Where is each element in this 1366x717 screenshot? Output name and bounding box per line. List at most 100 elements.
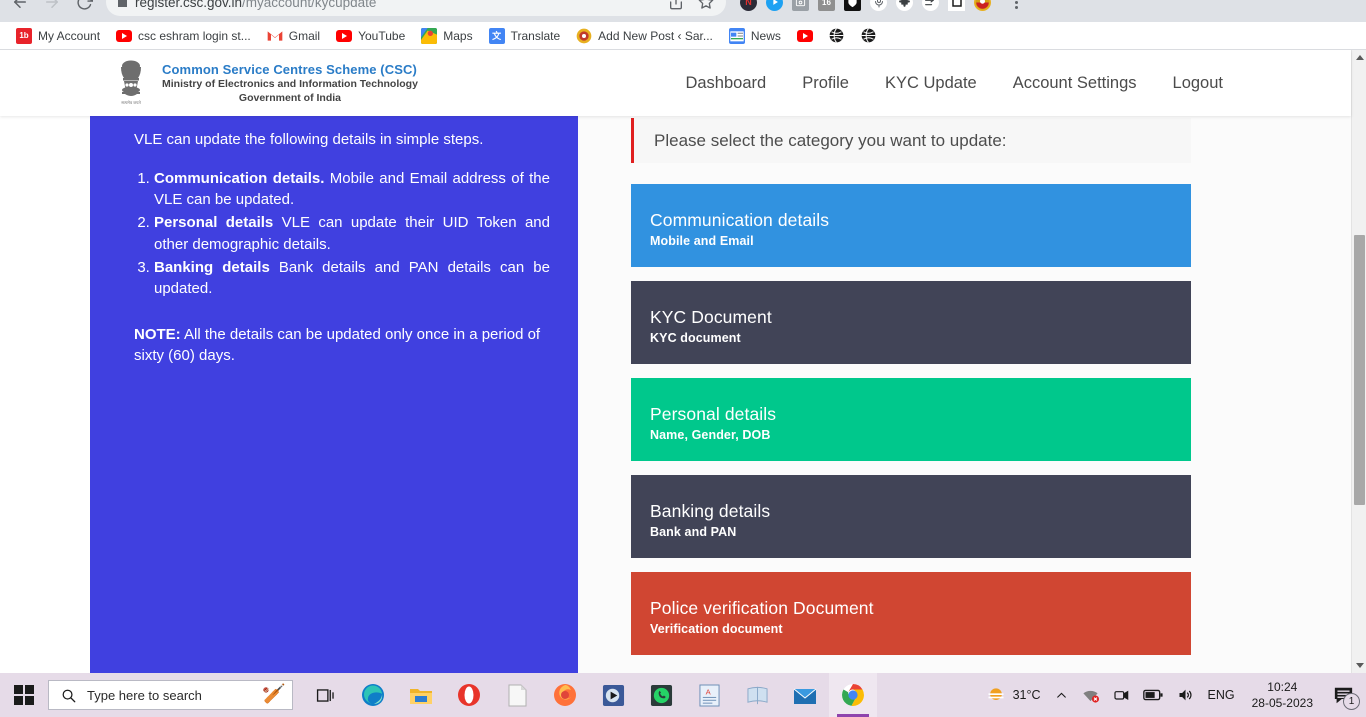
bookmark-label: Maps [443, 28, 473, 43]
reload-icon[interactable] [70, 0, 98, 16]
nav-dashboard[interactable]: Dashboard [685, 74, 766, 93]
microphone-extension-icon[interactable] [870, 0, 887, 11]
language-indicator[interactable]: ENG [1201, 673, 1242, 717]
clock-time: 10:24 [1267, 679, 1298, 694]
card-banking-details[interactable]: Banking details Bank and PAN [631, 475, 1191, 558]
card-police-verification-document[interactable]: Police verification Document Verificatio… [631, 572, 1191, 655]
grammar-extension-icon[interactable]: 16 [818, 0, 835, 11]
info-steps-list: Communication details. Mobile and Email … [154, 168, 550, 300]
bookmark-globe-2[interactable] [853, 26, 885, 46]
site-logo[interactable]: सत्यमेव जयते Common Service Centres Sche… [110, 59, 418, 107]
google-translate-favicon: 文 [488, 27, 505, 44]
show-hidden-icons-chevron[interactable] [1048, 673, 1075, 717]
chrome-taskbar-icon[interactable] [829, 673, 877, 717]
scrollbar-thumb[interactable] [1354, 235, 1365, 505]
svg-text:A: A [705, 687, 711, 696]
tab-extension-icon[interactable] [948, 0, 965, 11]
adblock-shield-icon[interactable] [844, 0, 861, 11]
nav-logout[interactable]: Logout [1173, 74, 1223, 93]
scroll-up-arrow-icon[interactable] [1352, 50, 1366, 65]
network-disconnected-icon[interactable] [1075, 673, 1106, 717]
notification-chat-icon[interactable]: 1 [1323, 673, 1364, 717]
card-subtitle: Name, Gender, DOB [650, 428, 771, 443]
bookmark-globe-1[interactable] [821, 26, 853, 46]
firefox-taskbar-icon[interactable] [541, 673, 589, 717]
card-subtitle: Verification document [650, 622, 783, 637]
dictionary-taskbar-icon[interactable]: A [685, 673, 733, 717]
kebab-menu-icon[interactable] [1006, 0, 1026, 9]
info-step-label: Communication details. [154, 169, 325, 187]
bookmark-label: My Account [38, 28, 101, 43]
card-personal-details[interactable]: Personal details Name, Gender, DOB [631, 378, 1191, 461]
bookmark-youtube[interactable]: YouTube [328, 26, 413, 46]
address-bar[interactable]: register.csc.gov.in/myaccount/kycupdate [106, 0, 726, 16]
profile-avatar-icon[interactable] [974, 0, 991, 11]
nav-account-settings[interactable]: Account Settings [1013, 74, 1137, 93]
info-step-label: Banking details [154, 258, 270, 276]
share-icon[interactable] [668, 0, 684, 10]
kyc-update-page: सत्यमेव जयते Common Service Centres Sche… [0, 50, 1351, 673]
info-step-communication: Communication details. Mobile and Email … [154, 168, 550, 211]
norton-extension-icon[interactable]: N [740, 0, 757, 11]
document-taskbar-icon[interactable] [493, 673, 541, 717]
edge-taskbar-icon[interactable] [349, 673, 397, 717]
bookmark-csc-eshram[interactable]: csc eshram login st... [108, 26, 259, 46]
volume-icon[interactable] [1170, 673, 1201, 717]
card-subtitle: Mobile and Email [650, 234, 754, 249]
nav-profile[interactable]: Profile [802, 74, 849, 93]
nav-kyc-update[interactable]: KYC Update [885, 74, 977, 93]
gmail-favicon [266, 27, 283, 44]
info-step-banking: Banking details Bank details and PAN det… [154, 257, 550, 300]
brand-ministry: Ministry of Electronics and Information … [162, 77, 418, 90]
clock[interactable]: 10:24 28-05-2023 [1242, 673, 1323, 717]
notification-count-badge: 1 [1343, 693, 1360, 710]
card-title: Banking details [650, 501, 771, 521]
weather-widget[interactable]: 31°C [979, 673, 1048, 717]
bookmark-label: Translate [510, 28, 561, 43]
update-panel: Please select the category you want to u… [578, 116, 1351, 673]
scroll-down-arrow-icon[interactable] [1352, 658, 1366, 673]
category-prompt-text: Please select the category you want to u… [654, 130, 1007, 150]
sync-extension-icon[interactable] [922, 0, 939, 11]
bookmark-my-account[interactable]: 1b My Account [8, 26, 108, 46]
bookmark-maps[interactable]: Maps [413, 26, 480, 46]
clock-date: 28-05-2023 [1251, 696, 1313, 710]
windows-taskbar: Type here to search 🏏 A 31°C ENG 10:24 2… [0, 673, 1366, 717]
battery-icon[interactable] [1136, 673, 1170, 717]
bookmark-add-new-post[interactable]: Add New Post ‹ Sar... [568, 26, 721, 46]
bookmark-label: YouTube [358, 28, 406, 43]
card-communication-details[interactable]: Communication details Mobile and Email [631, 184, 1191, 267]
file-explorer-taskbar-icon[interactable] [397, 673, 445, 717]
info-panel: VLE can update the following details in … [90, 116, 578, 673]
star-icon[interactable] [698, 0, 714, 10]
back-arrow-icon[interactable] [6, 0, 34, 16]
bookmark-youtube-icon-only[interactable] [789, 26, 821, 46]
opera-taskbar-icon[interactable] [445, 673, 493, 717]
screenshot-extension-icon[interactable] [792, 0, 809, 11]
main-navigation: Dashboard Profile KYC Update Account Set… [685, 74, 1223, 93]
windows-start-icon[interactable] [0, 673, 48, 717]
bookmark-news[interactable]: News [721, 26, 789, 46]
twitter-extension-icon[interactable] [766, 0, 783, 11]
mail-taskbar-icon[interactable] [781, 673, 829, 717]
youtube-favicon [796, 28, 813, 44]
bookmark-gmail[interactable]: Gmail [259, 26, 328, 46]
forward-arrow-icon[interactable] [38, 0, 66, 16]
media-player-taskbar-icon[interactable] [589, 673, 637, 717]
system-tray: 31°C ENG 10:24 28-05-2023 1 [979, 673, 1366, 717]
info-note-label: NOTE: [134, 325, 181, 343]
camera-icon[interactable] [1106, 673, 1136, 717]
puzzle-extensions-icon[interactable] [896, 0, 913, 11]
site-info-lock-icon[interactable] [118, 0, 127, 7]
card-kyc-document[interactable]: KYC Document KYC document [631, 281, 1191, 364]
bookmark-label: csc eshram login st... [138, 28, 251, 43]
notepad-taskbar-icon[interactable] [733, 673, 781, 717]
bookmark-translate[interactable]: 文 Translate [481, 26, 569, 46]
task-view-icon[interactable] [301, 673, 349, 717]
temperature-label: 31°C [1012, 688, 1041, 702]
hotstar-favicon: 1b [16, 27, 32, 44]
page-scrollbar[interactable] [1351, 50, 1366, 673]
search-input[interactable]: Type here to search 🏏 [48, 680, 293, 710]
whatsapp-taskbar-icon[interactable] [637, 673, 685, 717]
address-bar-url: register.csc.gov.in/myaccount/kycupdate [135, 0, 377, 10]
